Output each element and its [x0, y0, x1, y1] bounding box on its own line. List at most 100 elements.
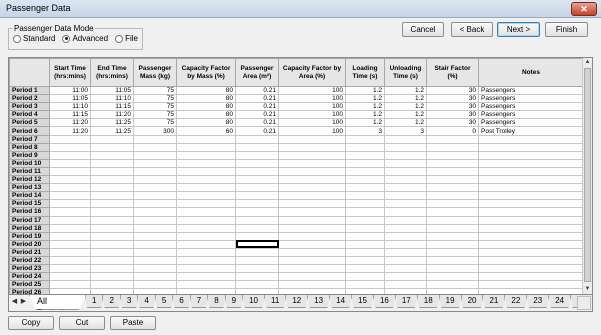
table-cell[interactable]: 80 — [176, 85, 236, 96]
table-cell[interactable]: 75 — [133, 94, 177, 104]
table-cell[interactable]: 1.2 — [384, 110, 427, 120]
column-header[interactable]: Unloading Time (s) — [384, 58, 427, 87]
table-cell[interactable]: 75 — [133, 118, 177, 128]
row-header[interactable]: Period 21 — [9, 247, 50, 257]
table-cell[interactable] — [176, 183, 236, 193]
table-cell[interactable] — [90, 223, 134, 233]
table-cell[interactable] — [426, 166, 479, 177]
table-cell[interactable] — [49, 223, 91, 233]
table-cell[interactable] — [235, 158, 279, 168]
table-cell[interactable] — [49, 158, 91, 168]
row-header[interactable]: Period 12 — [9, 175, 50, 185]
table-cell[interactable] — [384, 280, 427, 290]
row-header[interactable]: Period 24 — [9, 272, 50, 282]
table-cell[interactable]: 30 — [426, 118, 479, 128]
table-cell[interactable]: 80 — [176, 110, 236, 120]
table-cell[interactable] — [345, 158, 385, 168]
table-cell[interactable] — [176, 280, 236, 290]
table-cell[interactable] — [426, 158, 479, 168]
table-cell[interactable]: 80 — [176, 102, 236, 112]
table-cell[interactable] — [235, 239, 279, 249]
tab-period-7[interactable]: 7 — [189, 295, 209, 308]
tab-period-6[interactable]: 6 — [172, 295, 191, 308]
table-cell[interactable] — [90, 191, 134, 201]
table-cell[interactable] — [176, 239, 236, 249]
table-cell[interactable] — [345, 215, 385, 225]
table-cell[interactable]: 30 — [426, 102, 479, 112]
table-cell[interactable] — [235, 175, 279, 185]
table-cell[interactable] — [478, 264, 584, 274]
table-cell[interactable]: 100 — [278, 126, 346, 136]
table-cell[interactable] — [133, 158, 177, 168]
table-cell[interactable] — [478, 215, 584, 225]
row-header[interactable]: Period 7 — [9, 134, 50, 144]
table-cell[interactable] — [133, 199, 177, 209]
row-header[interactable]: Period 1 — [9, 85, 50, 96]
table-cell[interactable]: 11:05 — [90, 85, 134, 96]
table-cell[interactable] — [176, 223, 236, 233]
table-cell[interactable] — [90, 166, 134, 177]
table-cell[interactable] — [133, 239, 177, 249]
row-header[interactable]: Period 17 — [9, 215, 50, 225]
table-cell[interactable] — [133, 272, 177, 282]
row-header[interactable]: Period 19 — [9, 231, 50, 241]
table-cell[interactable] — [235, 223, 279, 233]
table-cell[interactable] — [345, 183, 385, 193]
table-cell[interactable] — [384, 247, 427, 257]
table-cell[interactable] — [278, 150, 346, 160]
table-cell[interactable]: 3 — [345, 126, 385, 136]
tab-period-1[interactable]: 1 — [85, 295, 104, 308]
column-header[interactable]: End Time (hrs:mins) — [90, 58, 134, 87]
table-cell[interactable] — [345, 247, 385, 257]
table-cell[interactable] — [478, 199, 584, 209]
row-header[interactable]: Period 6 — [9, 126, 50, 136]
table-cell[interactable]: Passengers — [478, 118, 584, 128]
table-cell[interactable]: 0.21 — [235, 118, 279, 128]
table-cell[interactable]: 300 — [133, 126, 177, 136]
row-header[interactable]: Period 15 — [9, 199, 50, 209]
table-cell[interactable]: 11:20 — [49, 126, 91, 136]
paste-button[interactable]: Paste — [110, 316, 156, 330]
table-cell[interactable] — [133, 150, 177, 160]
tab-period-10[interactable]: 10 — [242, 295, 265, 308]
table-cell[interactable] — [384, 264, 427, 274]
table-cell[interactable] — [133, 142, 177, 152]
table-cell[interactable] — [384, 183, 427, 193]
table-cell[interactable] — [426, 175, 479, 185]
row-header[interactable]: Period 11 — [9, 166, 50, 177]
table-cell[interactable] — [49, 247, 91, 257]
table-cell[interactable] — [49, 215, 91, 225]
column-header[interactable]: Passenger Area (m²) — [235, 58, 279, 87]
table-cell[interactable] — [426, 264, 479, 274]
table-cell[interactable] — [90, 199, 134, 209]
table-cell[interactable] — [133, 191, 177, 201]
copy-button[interactable]: Copy — [8, 316, 54, 330]
row-header[interactable]: Period 16 — [9, 207, 50, 217]
table-cell[interactable]: 1.2 — [384, 85, 427, 96]
table-cell[interactable] — [133, 223, 177, 233]
table-cell[interactable] — [478, 272, 584, 282]
row-header[interactable]: Period 23 — [9, 264, 50, 274]
table-cell[interactable] — [478, 175, 584, 185]
table-cell[interactable] — [49, 166, 91, 177]
table-cell[interactable] — [278, 223, 346, 233]
table-cell[interactable] — [176, 142, 236, 152]
table-cell[interactable] — [345, 166, 385, 177]
table-cell[interactable] — [426, 231, 479, 241]
table-cell[interactable]: 75 — [133, 85, 177, 96]
mode-radio-file[interactable]: File — [115, 34, 138, 43]
table-cell[interactable]: Passengers — [478, 94, 584, 104]
row-header[interactable]: Period 13 — [9, 183, 50, 193]
table-cell[interactable] — [49, 239, 91, 249]
table-cell[interactable]: 1.2 — [384, 94, 427, 104]
table-cell[interactable] — [90, 231, 134, 241]
table-cell[interactable] — [426, 134, 479, 144]
table-cell[interactable]: 80 — [176, 118, 236, 128]
table-cell[interactable] — [235, 134, 279, 144]
table-cell[interactable] — [133, 231, 177, 241]
table-cell[interactable] — [345, 255, 385, 266]
table-cell[interactable]: 1.2 — [345, 102, 385, 112]
table-cell[interactable] — [478, 150, 584, 160]
table-cell[interactable] — [133, 255, 177, 266]
table-cell[interactable] — [278, 272, 346, 282]
